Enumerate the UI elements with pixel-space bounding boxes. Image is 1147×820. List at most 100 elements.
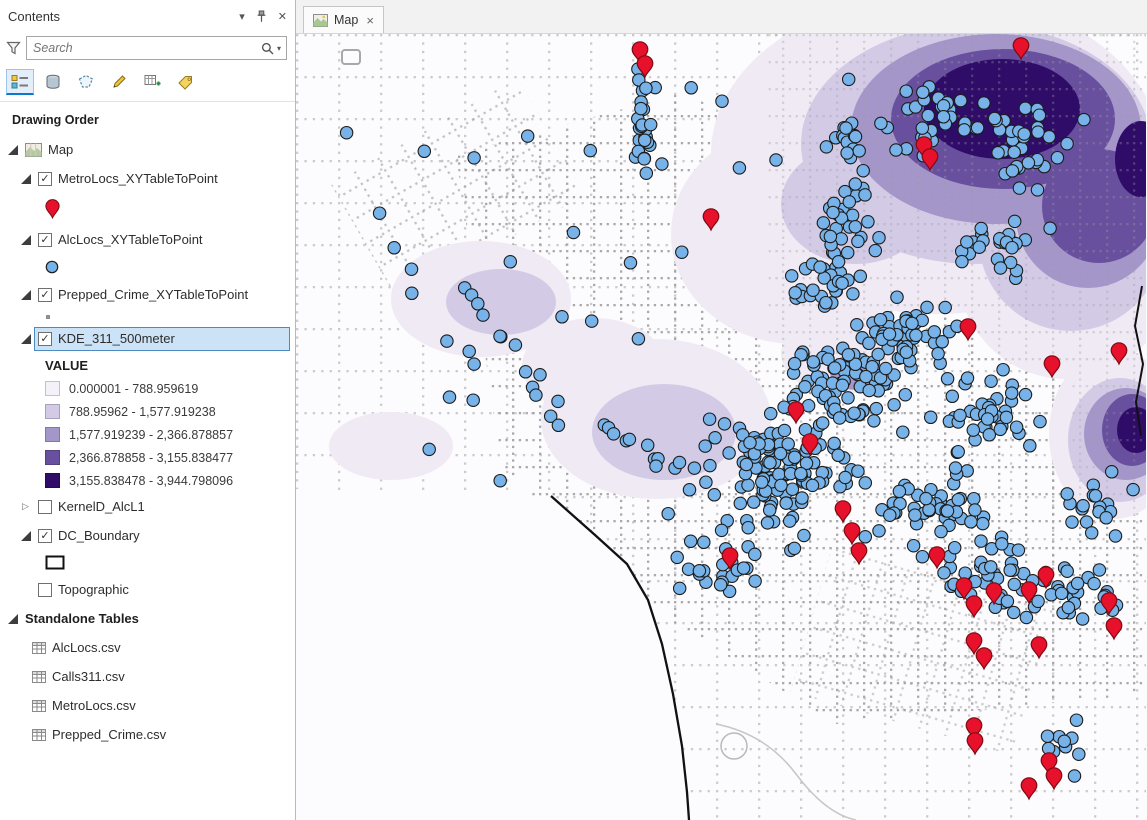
table-label: Prepped_Crime.csv bbox=[52, 727, 167, 742]
list-by-source-icon[interactable] bbox=[39, 69, 67, 95]
layer-visibility-checkbox[interactable]: ✓ bbox=[38, 331, 52, 346]
legend-color-swatch bbox=[45, 450, 60, 465]
collapse-tree-icon[interactable] bbox=[19, 174, 32, 184]
map-drawing bbox=[296, 34, 1146, 820]
layer-label: KernelD_AlcL1 bbox=[58, 499, 145, 514]
table-item-prepped-crime-csv[interactable]: Prepped_Crime.csv bbox=[0, 720, 295, 749]
legend-item: 788.95962 - 1,577.919238 bbox=[0, 400, 295, 423]
search-icon bbox=[261, 42, 274, 54]
layer-item-topographic[interactable]: Topographic bbox=[0, 575, 295, 604]
layer-item-metrolocs-xytabletopoint[interactable]: ✓ MetroLocs_XYTableToPoint bbox=[0, 164, 295, 193]
auto-hide-pin-icon[interactable] bbox=[256, 10, 267, 23]
table-item-metrolocs-csv[interactable]: MetroLocs.csv bbox=[0, 691, 295, 720]
layer-label: Standalone Tables bbox=[25, 611, 139, 626]
legend-title: VALUE bbox=[45, 357, 89, 373]
table-label: MetroLocs.csv bbox=[52, 698, 136, 713]
search-glyphs: ▾ bbox=[261, 42, 286, 55]
collapse-tree-icon[interactable] bbox=[6, 145, 19, 155]
legend-color-swatch bbox=[45, 427, 60, 442]
collapse-tree-icon[interactable] bbox=[19, 235, 32, 245]
layer-label: Prepped_Crime_XYTableToPoint bbox=[58, 287, 249, 302]
layer-item-map[interactable]: Map bbox=[0, 135, 295, 164]
map-tab-icon bbox=[313, 13, 328, 27]
layer-item-standalone-tables[interactable]: Standalone Tables bbox=[0, 604, 295, 633]
arcgis-window: Contents ▾ ✕ ▾ bbox=[0, 0, 1147, 820]
search-dropdown-chevron-icon[interactable]: ▾ bbox=[277, 44, 281, 53]
expand-tree-icon[interactable]: ▷ bbox=[19, 501, 32, 512]
list-by-drawing-order-icon[interactable] bbox=[6, 69, 34, 95]
symbol-swatch[interactable] bbox=[45, 555, 66, 571]
legend-item: 3,155.838478 - 3,944.798096 bbox=[0, 469, 295, 492]
layer-visibility-checkbox[interactable] bbox=[38, 499, 52, 514]
pane-menu-chevron-icon[interactable]: ▾ bbox=[239, 10, 245, 23]
layer-symbol-red-pin bbox=[0, 193, 295, 225]
layer-symbol-hollow-square bbox=[0, 550, 295, 575]
layer-item-dc-boundary[interactable]: ✓ DC_Boundary bbox=[0, 521, 295, 550]
search-box: ▾ bbox=[26, 36, 287, 60]
layer-symbol-blue-circle bbox=[0, 254, 295, 280]
layer-label: KDE_311_500meter bbox=[58, 331, 175, 346]
tab-map-label: Map bbox=[334, 13, 359, 27]
layer-symbol-gray-dot bbox=[0, 309, 295, 324]
symbol-swatch[interactable] bbox=[45, 260, 59, 274]
map-icon bbox=[25, 142, 42, 157]
layer-label: AlcLocs_XYTableToPoint bbox=[58, 232, 203, 247]
table-icon bbox=[32, 699, 46, 712]
legend-range-label: 3,155.838478 - 3,944.798096 bbox=[69, 473, 234, 488]
layer-label: Map bbox=[48, 142, 74, 157]
contents-pane-header: Contents ▾ ✕ bbox=[0, 0, 295, 32]
contents-search-row: ▾ bbox=[0, 32, 295, 64]
table-label: Calls311.csv bbox=[52, 669, 125, 684]
collapse-tree-icon[interactable] bbox=[19, 290, 32, 300]
collapse-tree-icon[interactable] bbox=[19, 334, 32, 344]
list-by-selection-icon[interactable] bbox=[72, 69, 100, 95]
layer-label: DC_Boundary bbox=[58, 528, 140, 543]
list-by-charts-icon[interactable] bbox=[138, 69, 166, 95]
table-icon bbox=[32, 670, 46, 683]
tab-map[interactable]: Map × bbox=[303, 6, 384, 33]
table-icon bbox=[32, 728, 46, 741]
legend-range-label: 1,577.919239 - 2,366.878857 bbox=[69, 427, 234, 442]
layer-visibility-checkbox[interactable]: ✓ bbox=[38, 171, 52, 186]
view-tab-bar: Map × bbox=[296, 0, 1147, 34]
layer-visibility-checkbox[interactable]: ✓ bbox=[38, 287, 52, 302]
collapse-tree-icon[interactable] bbox=[19, 531, 32, 541]
map-canvas[interactable] bbox=[296, 34, 1147, 820]
layer-item-prepped-crime-xytabletopoint[interactable]: ✓ Prepped_Crime_XYTableToPoint bbox=[0, 280, 295, 309]
table-item-alclocs-csv[interactable]: AlcLocs.csv bbox=[0, 633, 295, 662]
legend-item: 1,577.919239 - 2,366.878857 bbox=[0, 423, 295, 446]
layer-label: Topographic bbox=[58, 582, 129, 597]
contents-pane: Contents ▾ ✕ ▾ bbox=[0, 0, 296, 820]
layer-item-alclocs-xytabletopoint[interactable]: ✓ AlcLocs_XYTableToPoint bbox=[0, 225, 295, 254]
symbol-swatch[interactable] bbox=[45, 314, 51, 320]
drawing-order-heading: Drawing Order bbox=[12, 113, 99, 127]
layer-item-kerneld-alcl1[interactable]: ▷ KernelD_AlcL1 bbox=[0, 492, 295, 521]
collapse-tree-icon[interactable] bbox=[6, 614, 19, 624]
legend-range-label: 2,366.878858 - 3,155.838477 bbox=[69, 450, 234, 465]
legend-color-swatch bbox=[45, 473, 60, 488]
legend-range-label: 0.000001 - 788.959619 bbox=[69, 381, 199, 396]
symbol-swatch[interactable] bbox=[45, 199, 60, 219]
layer-label: MetroLocs_XYTableToPoint bbox=[58, 171, 218, 186]
list-by-labeling-icon[interactable] bbox=[171, 69, 199, 95]
list-by-editing-icon[interactable] bbox=[105, 69, 133, 95]
pane-title: Contents bbox=[8, 8, 61, 24]
legend-range-label: 788.95962 - 1,577.919238 bbox=[69, 404, 216, 419]
layer-item-kde-311-500meter[interactable]: ✓ KDE_311_500meter bbox=[0, 324, 295, 353]
legend-item: 0.000001 - 788.959619 bbox=[0, 377, 295, 400]
legend-color-swatch bbox=[45, 404, 60, 419]
layer-visibility-checkbox[interactable]: ✓ bbox=[38, 232, 52, 247]
legend-color-swatch bbox=[45, 381, 60, 396]
contents-toolbar bbox=[0, 64, 295, 102]
close-pane-icon[interactable]: ✕ bbox=[278, 10, 287, 23]
table-label: AlcLocs.csv bbox=[52, 640, 121, 655]
filter-funnel-icon[interactable] bbox=[6, 41, 21, 55]
table-icon bbox=[32, 641, 46, 654]
layer-visibility-checkbox[interactable] bbox=[38, 582, 52, 597]
table-item-calls311-csv[interactable]: Calls311.csv bbox=[0, 662, 295, 691]
tab-close-icon[interactable]: × bbox=[366, 13, 374, 28]
map-view: Map × bbox=[296, 0, 1147, 820]
search-input[interactable] bbox=[27, 37, 261, 59]
legend-item: 2,366.878858 - 3,155.838477 bbox=[0, 446, 295, 469]
layer-visibility-checkbox[interactable]: ✓ bbox=[38, 528, 52, 543]
